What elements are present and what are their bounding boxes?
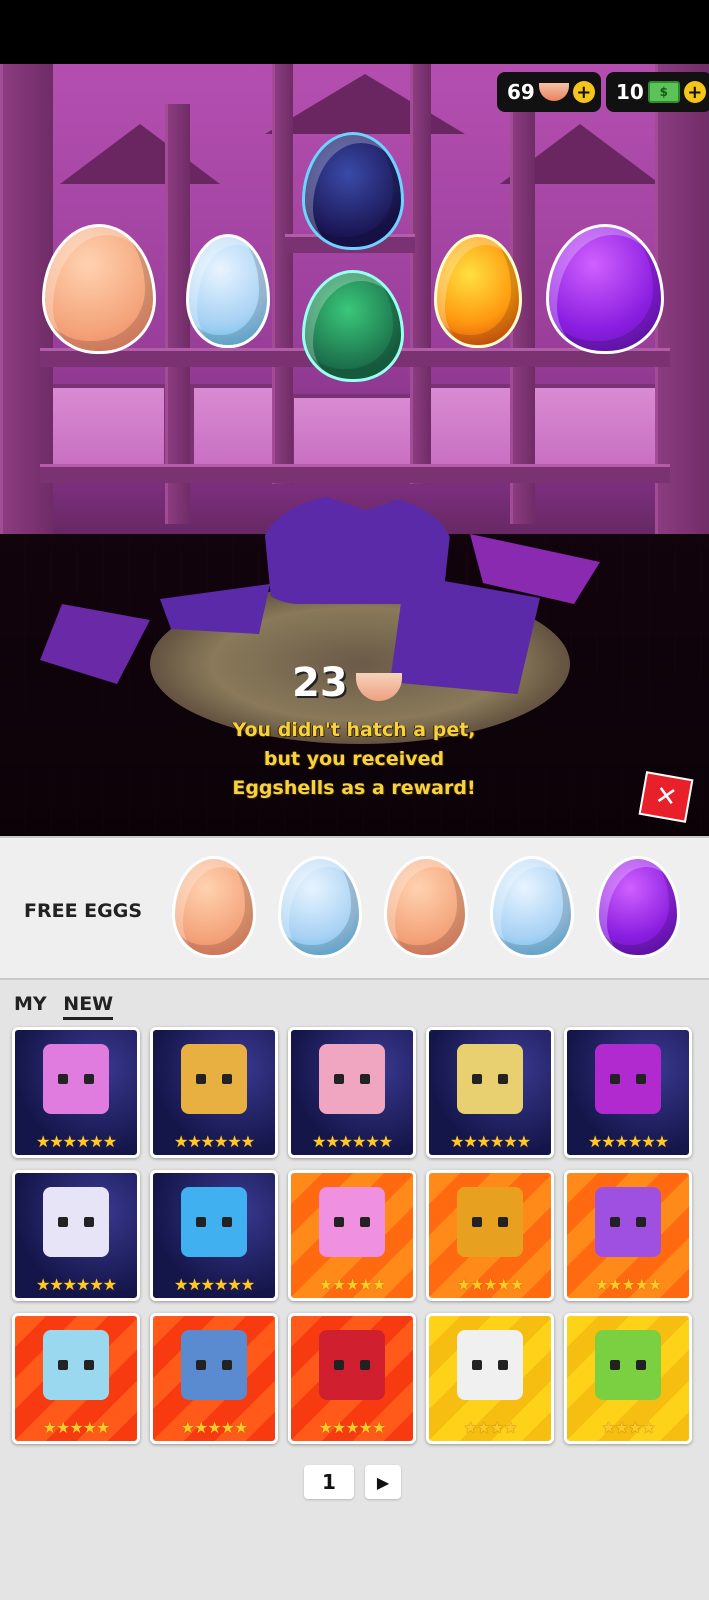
winged-eye-pet-icon <box>595 1187 661 1257</box>
free-egg-purple[interactable] <box>596 856 680 958</box>
rarity-stars: ★★★★★★ <box>173 1132 255 1151</box>
backpack-chick-pet-icon <box>181 1330 247 1400</box>
rarity-stars: ★★★★★ <box>318 1418 387 1437</box>
pillar <box>410 64 431 484</box>
collection-tabs: MY NEW <box>14 993 114 1020</box>
pet-card[interactable]: ★★★★★ <box>288 1313 416 1444</box>
free-egg-blue[interactable] <box>278 856 362 958</box>
pet-card[interactable]: ★★★★★ <box>150 1313 278 1444</box>
showcase-egg <box>302 132 404 250</box>
status-bar <box>0 0 709 64</box>
pet-grid: ★★★★★★ ★★★★★★ ★★★★★★ ★★★★★★ ★★★★★★ ★★★★★★ ★★★★… <box>12 1027 696 1444</box>
pillar <box>272 64 293 484</box>
free-egg-blue[interactable] <box>490 856 574 958</box>
rarity-stars: ★★★★★★ <box>311 1132 393 1151</box>
pet-card[interactable]: ★★★★★★ <box>426 1027 554 1158</box>
ice-cube-chick-pet-icon <box>43 1330 109 1400</box>
cash-counter[interactable]: 10 $ + <box>606 72 709 112</box>
reward-message-line: but you received <box>263 748 445 770</box>
rarity-stars: ★★★★★★ <box>173 1275 255 1294</box>
window <box>40 384 168 472</box>
add-cash-button[interactable]: + <box>683 81 706 103</box>
rarity-stars: ★★★★★ <box>42 1418 111 1437</box>
tab-new[interactable]: NEW <box>63 993 114 1020</box>
tab-my[interactable]: MY <box>14 993 47 1015</box>
bee-king-pet-icon <box>181 1044 247 1114</box>
reward-count: 23 <box>292 660 348 706</box>
rarity-stars: ★★★★ <box>601 1418 655 1437</box>
showcase-egg <box>302 270 404 382</box>
reward-message: You didn't hatch a pet, but you received… <box>204 716 504 803</box>
rarity-stars: ★★★★★ <box>180 1418 249 1437</box>
shelf <box>40 464 670 483</box>
pet-card[interactable]: ★★★★★ <box>564 1170 692 1301</box>
roof <box>265 74 465 134</box>
free-eggs-panel: FREE EGGS <box>0 836 709 980</box>
cash-icon: $ <box>647 81 680 103</box>
next-page-button[interactable]: ▶ <box>365 1465 401 1499</box>
pink-jelly-cube-pet-icon <box>319 1187 385 1257</box>
pet-card[interactable]: ★★★★★★ <box>150 1027 278 1158</box>
rarity-stars: ★★★★★★ <box>35 1132 117 1151</box>
rarity-stars: ★★★★★ <box>318 1275 387 1294</box>
pet-card[interactable]: ★★★★★★ <box>12 1027 140 1158</box>
pet-card[interactable]: ★★★★★★ <box>288 1027 416 1158</box>
showcase-egg <box>434 234 522 348</box>
white-hair-girl-pet-icon <box>457 1330 523 1400</box>
eggshell-count: 69 <box>507 80 535 104</box>
pink-dragon-pet-icon <box>43 1044 109 1114</box>
pet-card[interactable]: ★★★★★ <box>288 1170 416 1301</box>
pet-card[interactable]: ★★★★ <box>564 1313 692 1444</box>
rarity-stars: ★★★★★ <box>594 1275 663 1294</box>
money-lion-pet-icon <box>457 1044 523 1114</box>
window <box>530 384 668 472</box>
roof <box>60 124 220 184</box>
rarity-stars: ★★★★★ <box>456 1275 525 1294</box>
rainbow-dog-pet-icon <box>181 1187 247 1257</box>
rarity-stars: ★★★★ <box>463 1418 517 1437</box>
pet-card[interactable]: ★★★★★ <box>426 1170 554 1301</box>
caped-hero-pet-icon <box>319 1330 385 1400</box>
free-eggs-label: FREE EGGS <box>24 900 143 922</box>
showcase-egg <box>546 224 664 354</box>
pet-card[interactable]: ★★★★ <box>426 1313 554 1444</box>
rarity-stars: ★★★★★★ <box>449 1132 531 1151</box>
cash-count: 10 <box>616 80 644 104</box>
reward-message-line: Eggshells as a reward! <box>232 777 476 799</box>
free-egg-peach[interactable] <box>384 856 468 958</box>
purple-octopus-pet-icon <box>595 1044 661 1114</box>
page-number[interactable]: 1 <box>304 1465 354 1499</box>
rarity-stars: ★★★★★★ <box>35 1275 117 1294</box>
pillar <box>165 104 190 524</box>
add-eggshells-button[interactable]: + <box>572 81 595 103</box>
eggshell-icon <box>538 83 569 101</box>
close-button[interactable]: ✕ <box>638 771 694 823</box>
free-egg-peach[interactable] <box>172 856 256 958</box>
white-fox-pet-icon <box>43 1187 109 1257</box>
showcase-egg <box>186 234 270 348</box>
pet-card[interactable]: ★★★★★★ <box>150 1170 278 1301</box>
pet-card[interactable]: ★★★★★ <box>12 1313 140 1444</box>
rarity-stars: ★★★★★★ <box>587 1132 669 1151</box>
window <box>420 384 518 472</box>
lava-block-pet-icon <box>457 1187 523 1257</box>
pet-card[interactable]: ★★★★★★ <box>12 1170 140 1301</box>
pet-card[interactable]: ★★★★★★ <box>564 1027 692 1158</box>
brain-robot-pet-icon <box>319 1044 385 1114</box>
eggshell-counter[interactable]: 69 + <box>497 72 601 112</box>
green-bug-pet-icon <box>595 1330 661 1400</box>
window <box>290 394 418 472</box>
showcase-egg <box>42 224 156 354</box>
reward-message-line: You didn't hatch a pet, <box>232 719 476 741</box>
